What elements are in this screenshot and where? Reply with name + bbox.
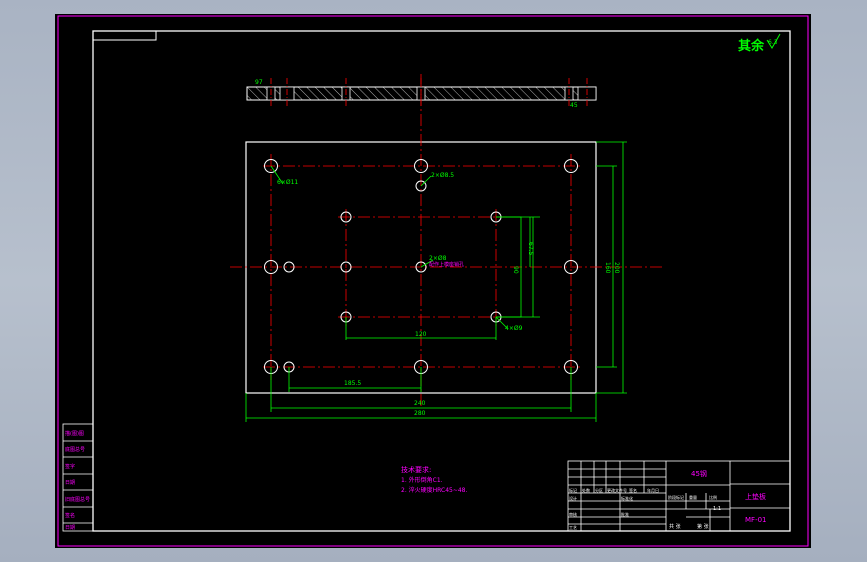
side-cell-4: 旧底图总号 — [65, 496, 90, 503]
roughness-symbol: 其余 6.3 — [738, 33, 781, 54]
role-process: 工艺 — [569, 525, 577, 530]
part-name: 上垫板 — [745, 492, 766, 501]
material-label: 45钢 — [691, 469, 707, 478]
drawing-number-box — [92, 30, 157, 41]
side-cell-0: 描(图)图 — [65, 430, 84, 437]
callout-pattern-holes: 4×Ø9 — [505, 325, 523, 332]
roughness-label: 其余 — [738, 38, 765, 54]
side-cell-1: 底图总号 — [65, 446, 85, 453]
sheet-total: 共 张 — [669, 523, 681, 530]
notes-line-1: 1. 外形倒角C1. — [401, 476, 443, 484]
callout-center-note: 配作上模座销孔 — [429, 261, 464, 268]
dim-outer-v1: 160 — [604, 262, 611, 274]
row-label-1: 处数 — [582, 487, 590, 493]
dim-inner-v: 67.5 — [527, 242, 534, 256]
dim-outer-h: 280 — [414, 410, 426, 417]
section-view: 97 45 — [246, 78, 597, 109]
cad-viewport[interactable]: 其余 6.3 97 45 6×Ø11 2×Ø8.5 2×Ø8 配作上模座销孔 4… — [55, 14, 811, 548]
row-label-5: 年月日 — [647, 487, 659, 493]
row-label-3: 更改文件号 — [607, 487, 627, 493]
role-review: 审核 — [569, 511, 577, 517]
side-cell-2: 签字 — [65, 463, 75, 470]
row-label-0: 标记 — [569, 487, 577, 493]
col-weight: 重量 — [689, 494, 697, 500]
col-approve: 批准 — [621, 511, 629, 517]
drawing-number: MF-01 — [745, 516, 767, 524]
technical-notes: 技术要求: 1. 外形倒角C1. 2. 淬火硬度HRC45~48. — [401, 465, 468, 494]
col-standard: 标准化 — [621, 495, 633, 501]
section-right-label: 45 — [570, 102, 578, 109]
roughness-value: 6.3 — [768, 39, 778, 46]
scale-value: 1:1 — [713, 506, 721, 512]
drawing-border — [92, 30, 791, 532]
row-label-4: 签名 — [629, 487, 637, 493]
dim-mid-h: 240 — [414, 400, 426, 407]
dim-outer-v2: 200 — [613, 262, 620, 274]
role-design: 设计 — [569, 495, 577, 501]
dim-small-h: 185.5 — [344, 380, 361, 387]
callout-top-holes: 2×Ø8.5 — [431, 172, 454, 179]
title-block-text: 45钢 上垫板 MF-01 1:1 标记 处数 分区 更改文件号 签名 年月日 … — [569, 469, 767, 530]
sheet-number: 第 张 — [697, 523, 709, 530]
dim-middle-v: 90 — [512, 266, 519, 274]
callout-center-hole: 2×Ø8 — [429, 255, 447, 262]
section-thickness-label: 97 — [255, 79, 263, 86]
plan-view: 6×Ø11 2×Ø8.5 2×Ø8 配作上模座销孔 4×Ø9 67.5 90 1… — [230, 74, 665, 422]
notes-line-2: 2. 淬火硬度HRC45~48. — [401, 486, 468, 494]
dim-inner-h: 120 — [415, 331, 427, 338]
side-table-labels: 描(图)图 底图总号 签字 日期 旧底图总号 签名 日期 — [65, 430, 90, 531]
col-scale: 比例 — [709, 494, 717, 500]
row-label-2: 分区 — [595, 487, 603, 493]
side-cell-6: 日期 — [65, 525, 75, 531]
side-cell-3: 日期 — [65, 480, 75, 486]
callout-corner-holes: 6×Ø11 — [277, 179, 298, 186]
col-stage: 阶段标记 — [668, 494, 684, 500]
notes-heading: 技术要求: — [401, 465, 431, 474]
side-cell-5: 签名 — [65, 512, 75, 519]
